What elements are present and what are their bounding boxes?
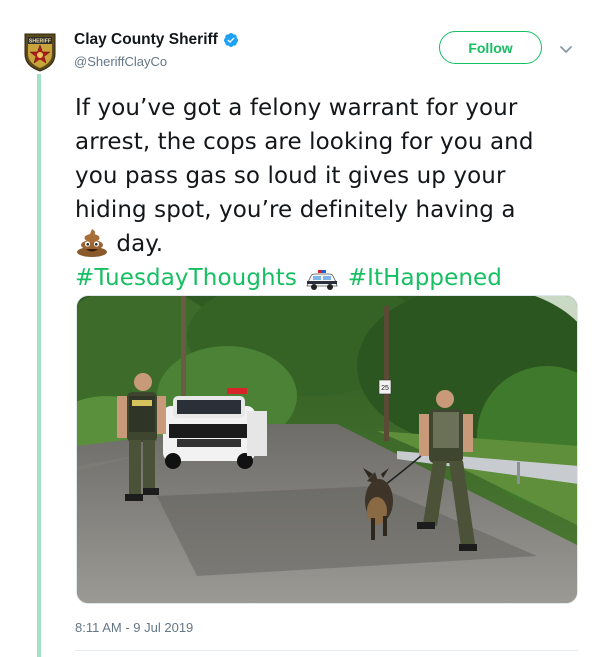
tweet-line-2: arrest, the cops are looking for you and [75,129,534,155]
sheriff-badge-icon[interactable]: SHERIFF [21,30,59,72]
tweet-line-5-text: day. [109,231,164,257]
hashtag-ithappened[interactable]: #ItHappened [348,265,502,291]
chevron-down-icon[interactable] [558,41,574,57]
tweet-text: If you’ve got a felony warrant for your … [75,91,575,295]
display-name-row[interactable]: Clay County Sheriff [74,31,239,49]
tweet-photo[interactable]: 25 [76,295,578,604]
hashtag-tuesdaythoughts[interactable]: #TuesdayThoughts [75,265,297,291]
pile-of-poo-emoji [77,229,107,257]
display-name[interactable]: Clay County Sheriff [74,31,218,49]
tweet-timestamp[interactable]: 8:11 AM - 9 Jul 2019 [75,620,193,635]
thread-line [37,74,41,657]
speed-sign-text: 25 [381,385,389,392]
tweet-line-4: hiding spot, you’re definitely having a [75,197,516,223]
police-car-emoji [306,270,338,290]
avatar-badge-text: SHERIFF [29,39,51,45]
account-handle[interactable]: @SheriffClayCo [74,54,167,69]
divider [75,650,578,651]
tweet-line-3: you pass gas so loud it gives up your [75,163,506,189]
verified-badge-icon [223,33,238,47]
tweet-hashtag-line: #TuesdayThoughts #ItHappened [75,261,575,295]
photo-icon[interactable]: 25 [77,296,578,604]
follow-button[interactable]: Follow [439,31,542,64]
tweet-line-1: If you’ve got a felony warrant for your [75,95,518,121]
tweet-line-5: day. [75,227,575,261]
